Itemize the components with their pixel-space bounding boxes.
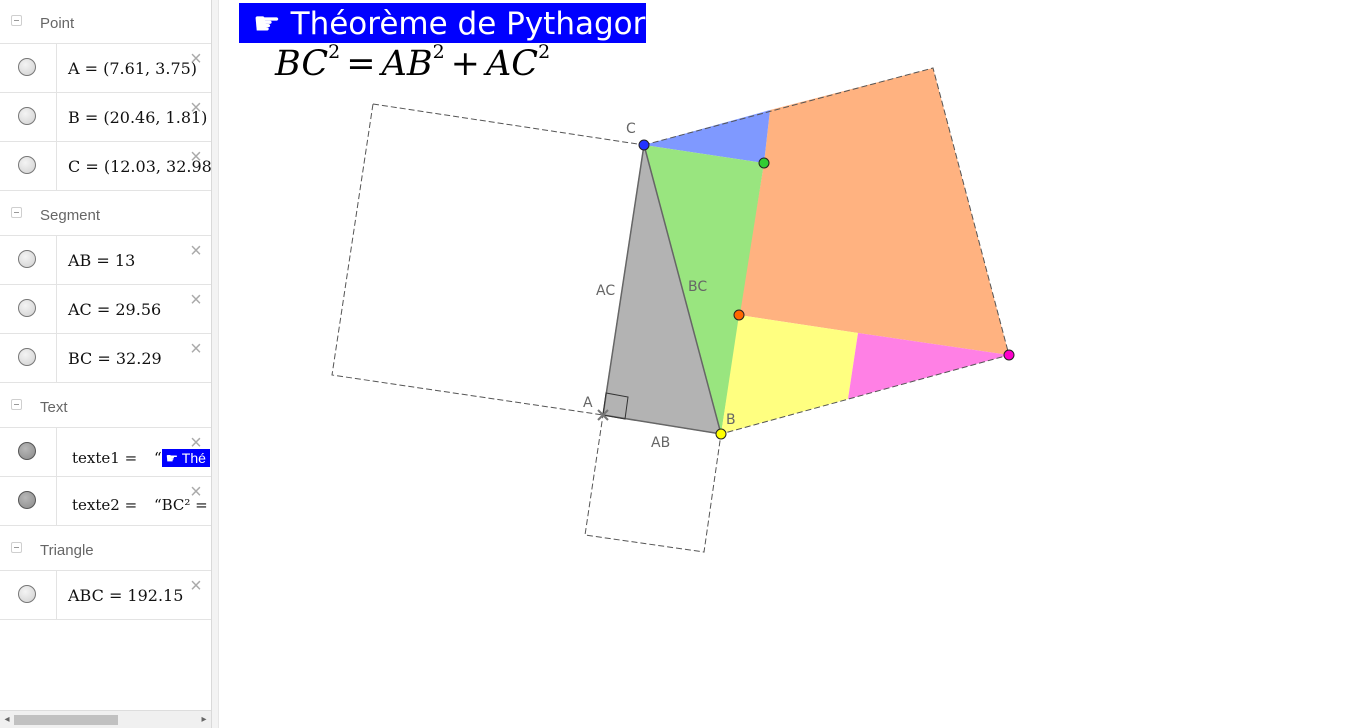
visibility-toggle-bc[interactable]: [18, 348, 36, 366]
algebra-item-texte2[interactable]: texte2 = “BC² = A ×: [0, 477, 211, 526]
title-banner[interactable]: ☛ Théorème de Pythagore: [239, 3, 664, 43]
visibility-toggle-a[interactable]: [18, 58, 36, 76]
group-label-point: Point: [40, 15, 75, 32]
texte1-quote: “: [153, 449, 162, 467]
visibility-toggle-b[interactable]: [18, 107, 36, 125]
yellow-piece[interactable]: [721, 315, 858, 434]
delete-ab-icon[interactable]: ×: [186, 241, 206, 261]
view-divider[interactable]: [211, 0, 219, 728]
algebra-item-point-b[interactable]: B = (20.46, 1.81) ×: [0, 93, 211, 142]
delete-texte1-icon[interactable]: ×: [186, 433, 206, 453]
algebra-item-segment-ab[interactable]: AB = 13 ×: [0, 236, 211, 285]
item-text-ab: AB = 13: [68, 251, 136, 270]
collapse-triangle-toggle[interactable]: [11, 542, 22, 553]
point-c[interactable]: [638, 139, 650, 151]
delete-bc-icon[interactable]: ×: [186, 339, 206, 359]
title-text: ☛ Théorème de Pythagore: [253, 6, 664, 42]
algebra-view: Point A = (7.61, 3.75) × B = (20.46, 1.8…: [0, 0, 211, 710]
group-label-triangle: Triangle: [40, 542, 94, 559]
algebra-item-point-a[interactable]: A = (7.61, 3.75) ×: [0, 44, 211, 93]
point-green[interactable]: [758, 157, 770, 169]
point-b[interactable]: [715, 428, 727, 440]
label-ac: AC: [596, 283, 615, 299]
graphics-view[interactable]: C A B AC BC AB ☛ Théorème de Pythagore B…: [219, 0, 1366, 728]
algebra-item-point-c[interactable]: C = (12.03, 32.98) ×: [0, 142, 211, 191]
orange-piece[interactable]: [739, 68, 1009, 355]
algebra-item-triangle-abc[interactable]: ABC = 192.15 ×: [0, 571, 211, 620]
visibility-toggle-texte1[interactable]: [18, 442, 36, 460]
label-c: C: [626, 121, 636, 137]
label-b: B: [726, 412, 736, 428]
point-orange[interactable]: [733, 309, 745, 321]
group-label-segment: Segment: [40, 207, 101, 224]
group-segment: Segment: [0, 192, 211, 236]
visibility-toggle-ac[interactable]: [18, 299, 36, 317]
scroll-right-icon[interactable]: ▸: [199, 714, 209, 726]
group-triangle: Triangle: [0, 527, 211, 571]
item-text-bc: BC = 32.29: [68, 349, 162, 368]
visibility-toggle-c[interactable]: [18, 156, 36, 174]
delete-c-icon[interactable]: ×: [186, 147, 206, 167]
formula-exp-3: 2: [538, 41, 551, 64]
pythagore-formula[interactable]: BC2 = AB2 + AC2: [275, 41, 551, 84]
formula-bc: BC: [275, 44, 329, 84]
formula-eq: =: [346, 44, 376, 84]
algebra-item-segment-bc[interactable]: BC = 32.29 ×: [0, 334, 211, 383]
label-a: A: [583, 395, 593, 411]
texte2-name: texte2 =: [72, 496, 138, 514]
delete-abc-icon[interactable]: ×: [186, 576, 206, 596]
algebra-horizontal-scrollbar[interactable]: ◂ ▸: [0, 710, 211, 728]
square-on-ac[interactable]: [331, 103, 645, 416]
item-text-abc: ABC = 192.15: [68, 586, 184, 605]
item-text-a: A = (7.61, 3.75): [68, 59, 198, 78]
delete-a-icon[interactable]: ×: [186, 49, 206, 69]
delete-ac-icon[interactable]: ×: [186, 290, 206, 310]
algebra-item-texte1[interactable]: texte1 = “☛ Thé ×: [0, 428, 211, 477]
formula-plus: +: [450, 44, 480, 84]
scrollbar-thumb[interactable]: [14, 715, 118, 725]
formula-exp-1: 2: [328, 41, 341, 64]
algebra-item-segment-ac[interactable]: AC = 29.56 ×: [0, 285, 211, 334]
visibility-toggle-texte2[interactable]: [18, 491, 36, 509]
point-magenta[interactable]: [1003, 349, 1015, 361]
collapse-segment-toggle[interactable]: [11, 207, 22, 218]
texte1-name: texte1 =: [72, 449, 138, 467]
label-ab: AB: [651, 435, 670, 451]
delete-b-icon[interactable]: ×: [186, 98, 206, 118]
label-bc: BC: [688, 279, 707, 295]
delete-texte2-icon[interactable]: ×: [186, 482, 206, 502]
collapse-point-toggle[interactable]: [11, 15, 22, 26]
formula-ab: AB: [381, 44, 433, 84]
group-point: Point: [0, 0, 211, 44]
group-text: Text: [0, 384, 211, 428]
scroll-left-icon[interactable]: ◂: [2, 714, 12, 726]
geometry-canvas[interactable]: C A B AC BC AB: [219, 0, 1366, 728]
item-text-ac: AC = 29.56: [68, 300, 162, 319]
visibility-toggle-ab[interactable]: [18, 250, 36, 268]
group-label-text: Text: [40, 399, 68, 416]
formula-ac: AC: [486, 44, 539, 84]
formula-exp-2: 2: [432, 41, 445, 64]
visibility-toggle-abc[interactable]: [18, 585, 36, 603]
collapse-text-toggle[interactable]: [11, 399, 22, 410]
